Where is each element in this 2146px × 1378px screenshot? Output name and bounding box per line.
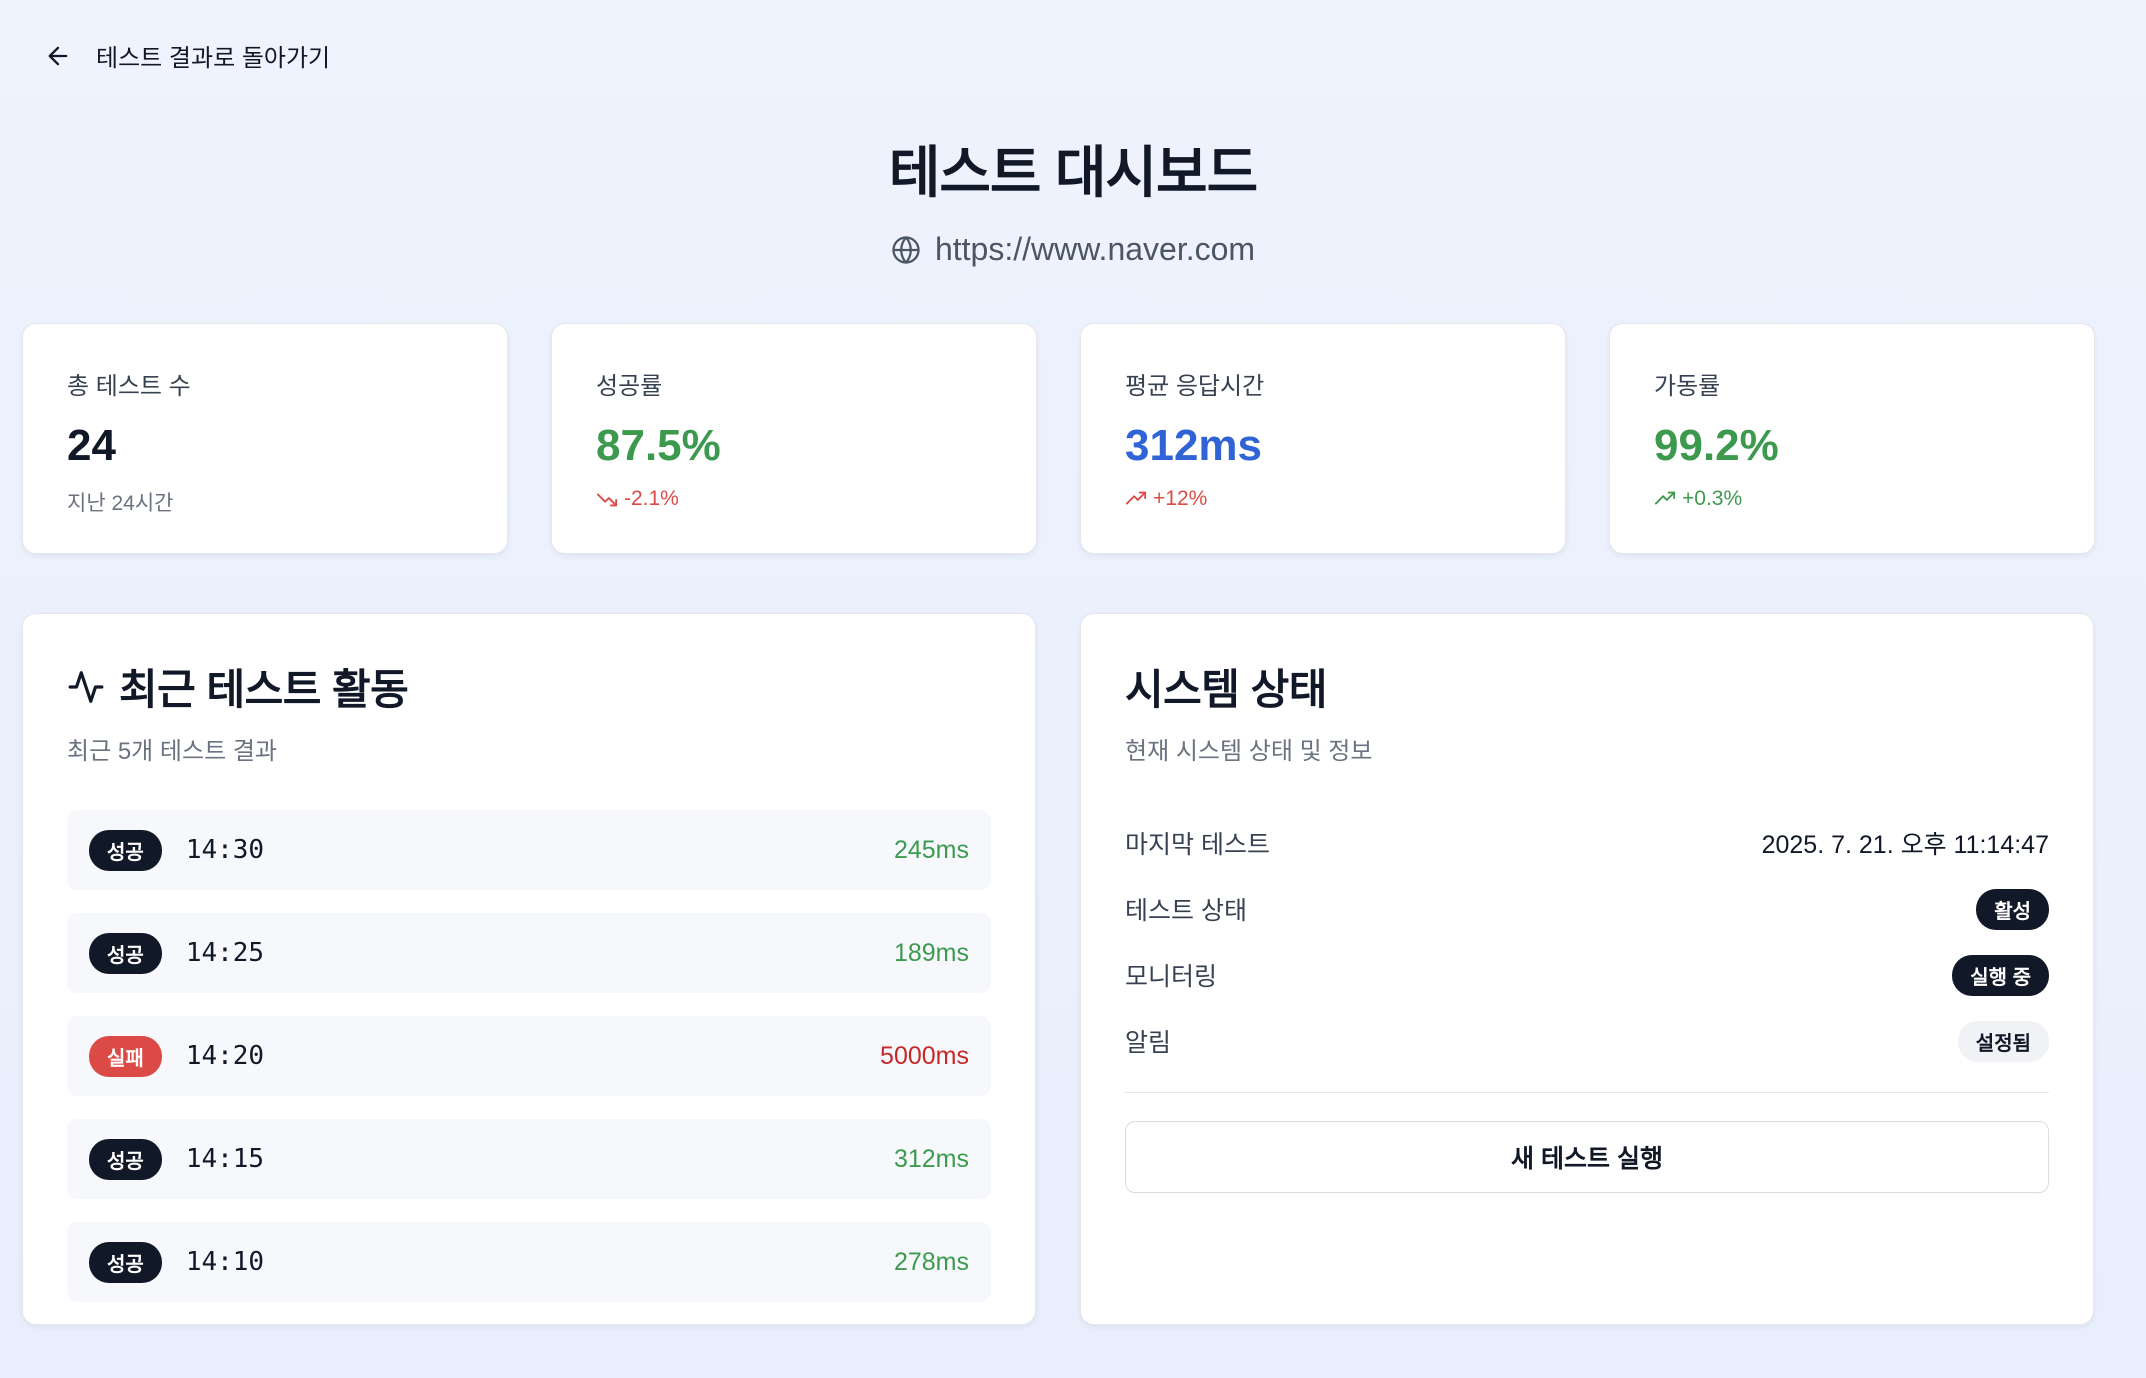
site-url-text: https://www.naver.com bbox=[934, 231, 1256, 267]
stat-label: 가동률 bbox=[1654, 373, 1721, 400]
stat-value: 87.5% bbox=[596, 421, 721, 470]
status-badge: 활성 bbox=[1976, 888, 2049, 930]
system-status-panel: 시스템 상태 현재 시스템 상태 및 정보 마지막 테스트 2025. 7. 2… bbox=[1080, 613, 2094, 1325]
activity-duration: 312ms bbox=[893, 1144, 969, 1173]
status-badge: 설정됨 bbox=[1957, 1020, 2049, 1062]
activity-icon bbox=[68, 670, 104, 703]
status-badge: 성공 bbox=[89, 1138, 162, 1180]
info-row-monitoring: 모니터링 실행 중 bbox=[1125, 942, 2049, 1008]
panel-title: 시스템 상태 bbox=[1125, 666, 1327, 713]
activity-duration: 278ms bbox=[893, 1247, 969, 1276]
info-label: 마지막 테스트 bbox=[1125, 831, 1270, 859]
stat-value: 312ms bbox=[1125, 421, 1263, 470]
activity-row[interactable]: 성공 14:10 278ms bbox=[67, 1222, 991, 1302]
panel-title-text: 최근 테스트 활동 bbox=[119, 666, 409, 713]
activity-list: 성공 14:30 245ms 성공 14:25 189ms 실패 14:20 5… bbox=[67, 810, 991, 1302]
system-info-list: 마지막 테스트 2025. 7. 21. 오후 11:14:47 테스트 상태 … bbox=[1125, 810, 2049, 1074]
stat-label: 평균 응답시간 bbox=[1125, 373, 1265, 400]
status-badge: 성공 bbox=[89, 932, 162, 974]
panel-description: 최근 5개 테스트 결과 bbox=[67, 738, 277, 765]
stat-sub: 지난 24시간 bbox=[67, 492, 174, 515]
stat-value: 24 bbox=[67, 421, 116, 470]
divider bbox=[1125, 1092, 2049, 1093]
info-label: 테스트 상태 bbox=[1125, 897, 1247, 925]
activity-row[interactable]: 성공 14:15 312ms bbox=[67, 1119, 991, 1199]
info-row-alerts: 알림 설정됨 bbox=[1125, 1008, 2049, 1074]
stat-sub: +12% bbox=[1153, 487, 1208, 510]
activity-duration: 5000ms bbox=[880, 1041, 969, 1070]
trending-up-icon bbox=[1125, 491, 1147, 505]
info-row-last-test: 마지막 테스트 2025. 7. 21. 오후 11:14:47 bbox=[1125, 810, 2049, 876]
globe-icon bbox=[892, 235, 920, 264]
status-badge: 성공 bbox=[89, 1241, 162, 1283]
activity-time: 14:25 bbox=[185, 938, 265, 968]
info-label: 알림 bbox=[1125, 1029, 1172, 1057]
activity-time: 14:20 bbox=[185, 1041, 265, 1071]
status-badge: 성공 bbox=[89, 829, 162, 871]
stat-label: 총 테스트 수 bbox=[67, 373, 191, 400]
dashboard-page: 테스트 결과로 돌아가기 테스트 대시보드 https://www.naver.… bbox=[0, 0, 2146, 1378]
activity-row[interactable]: 성공 14:25 189ms bbox=[67, 913, 991, 993]
stat-card-uptime: 가동률 99.2% +0.3% bbox=[1609, 323, 2095, 554]
site-url: https://www.naver.com bbox=[891, 231, 1255, 268]
info-row-test-status: 테스트 상태 활성 bbox=[1125, 876, 2049, 942]
info-value: 2025. 7. 21. 오후 11:14:47 bbox=[1761, 831, 2049, 859]
back-link[interactable]: 테스트 결과로 돌아가기 bbox=[44, 38, 330, 73]
activity-time: 14:15 bbox=[185, 1144, 265, 1174]
trending-down-icon bbox=[596, 493, 618, 507]
status-badge: 실패 bbox=[89, 1035, 162, 1077]
stat-card-avg-response: 평균 응답시간 312ms +12% bbox=[1080, 323, 1566, 554]
stat-value: 99.2% bbox=[1654, 421, 1779, 470]
stat-sub: -2.1% bbox=[624, 487, 679, 510]
panel-description: 현재 시스템 상태 및 정보 bbox=[1125, 738, 1373, 765]
page-title: 테스트 대시보드 bbox=[888, 141, 1258, 204]
stat-sub: +0.3% bbox=[1682, 487, 1743, 510]
back-link-label: 테스트 결과로 돌아가기 bbox=[96, 45, 331, 72]
stat-card-success-rate: 성공률 87.5% -2.1% bbox=[551, 323, 1037, 554]
page-header: 테스트 대시보드 https://www.naver.com bbox=[0, 128, 2146, 270]
activity-row[interactable]: 성공 14:30 245ms bbox=[67, 810, 991, 890]
recent-activity-panel: 최근 테스트 활동 최근 5개 테스트 결과 성공 14:30 245ms 성공… bbox=[22, 613, 1036, 1325]
trending-up-icon bbox=[1654, 491, 1676, 505]
status-badge: 실행 중 bbox=[1952, 954, 2049, 996]
stat-card-total-tests: 총 테스트 수 24 지난 24시간 bbox=[22, 323, 508, 554]
activity-duration: 245ms bbox=[893, 835, 969, 864]
stat-label: 성공률 bbox=[596, 373, 663, 400]
info-label: 모니터링 bbox=[1125, 963, 1218, 991]
activity-duration: 189ms bbox=[893, 938, 969, 967]
activity-row[interactable]: 실패 14:20 5000ms bbox=[67, 1016, 991, 1096]
activity-time: 14:10 bbox=[185, 1247, 265, 1277]
arrow-left-icon bbox=[48, 46, 68, 65]
run-new-test-button[interactable]: 새 테스트 실행 bbox=[1125, 1121, 2049, 1193]
activity-time: 14:30 bbox=[185, 835, 265, 865]
panel-title: 최근 테스트 활동 bbox=[67, 656, 991, 717]
